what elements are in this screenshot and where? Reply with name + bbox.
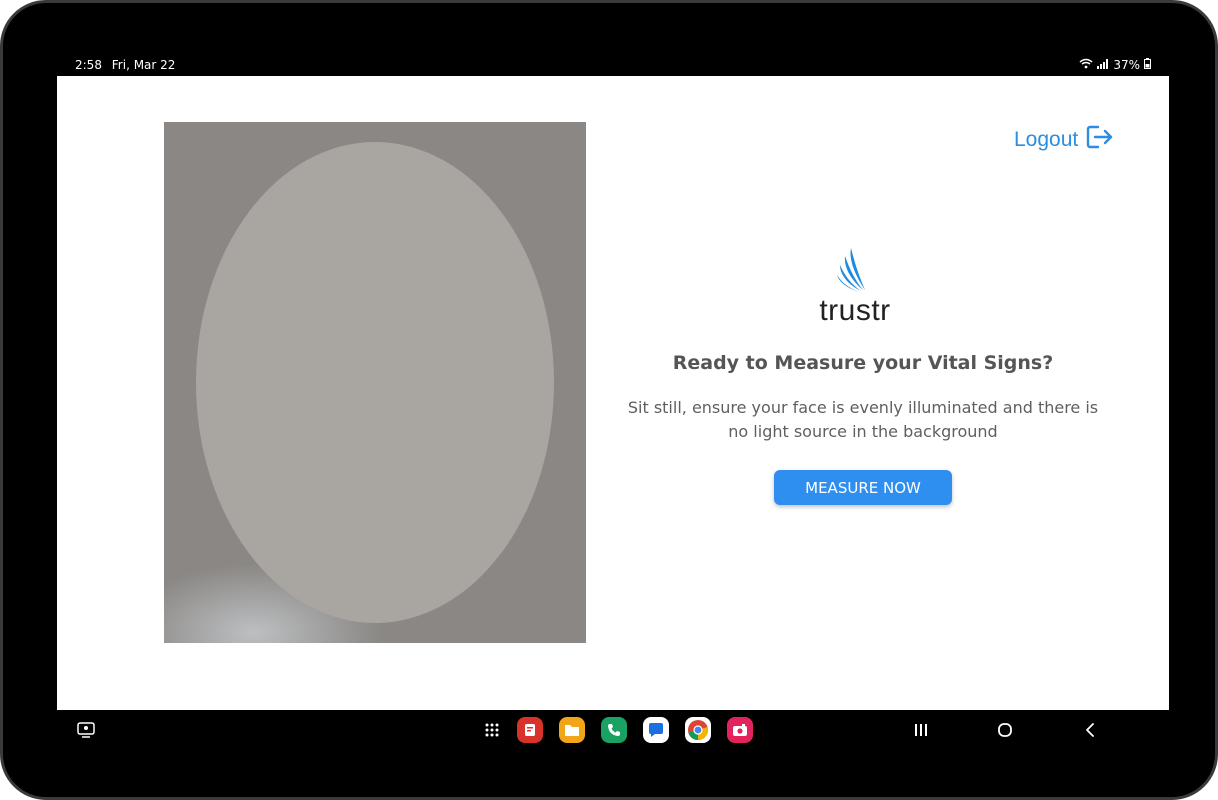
- logout-icon: [1086, 124, 1114, 156]
- app-screen: Logout trustr Ready to Measure your Vita…: [57, 76, 1169, 710]
- recents-icon[interactable]: [910, 720, 932, 740]
- back-icon[interactable]: [1079, 720, 1101, 740]
- brand-name: trustr: [819, 294, 891, 327]
- page-title: Ready to Measure your Vital Signs?: [672, 352, 1054, 374]
- notes-app-icon[interactable]: [517, 717, 543, 743]
- face-guide-oval: [196, 142, 554, 623]
- status-bar: 2:58 Fri, Mar 22 37%: [57, 55, 1169, 77]
- phone-app-icon[interactable]: [601, 717, 627, 743]
- status-right: 37%: [1079, 58, 1151, 72]
- messages-app-icon[interactable]: [643, 717, 669, 743]
- screen-recorder-icon[interactable]: [75, 720, 97, 740]
- logout-button[interactable]: Logout: [1014, 124, 1114, 156]
- signal-icon: [1097, 58, 1109, 72]
- brand-logo: trustr: [795, 246, 915, 328]
- chrome-app-icon[interactable]: [685, 717, 711, 743]
- files-app-icon[interactable]: [559, 717, 585, 743]
- navigation-bar: [57, 710, 1169, 750]
- camera-preview: [164, 122, 586, 643]
- app-drawer-icon[interactable]: [481, 720, 503, 740]
- camera-app-icon[interactable]: [727, 717, 753, 743]
- instruction-line: no light source in the background: [728, 422, 998, 441]
- instruction-line: Sit still, ensure your face is evenly il…: [627, 398, 1099, 417]
- instructions: Sit still, ensure your face is evenly il…: [613, 396, 1113, 444]
- logout-label: Logout: [1014, 128, 1079, 151]
- wifi-icon: [1079, 58, 1093, 72]
- battery-percent: 37%: [1113, 58, 1140, 72]
- home-icon[interactable]: [994, 720, 1016, 740]
- measure-now-button[interactable]: MEASURE NOW: [774, 470, 952, 505]
- battery-icon: [1144, 58, 1151, 72]
- tablet-frame: 2:58 Fri, Mar 22 37% Logout trustr Ready…: [0, 0, 1218, 800]
- status-time: 2:58: [75, 58, 102, 72]
- status-date: Fri, Mar 22: [111, 58, 176, 72]
- status-left: 2:58 Fri, Mar 22: [75, 58, 181, 72]
